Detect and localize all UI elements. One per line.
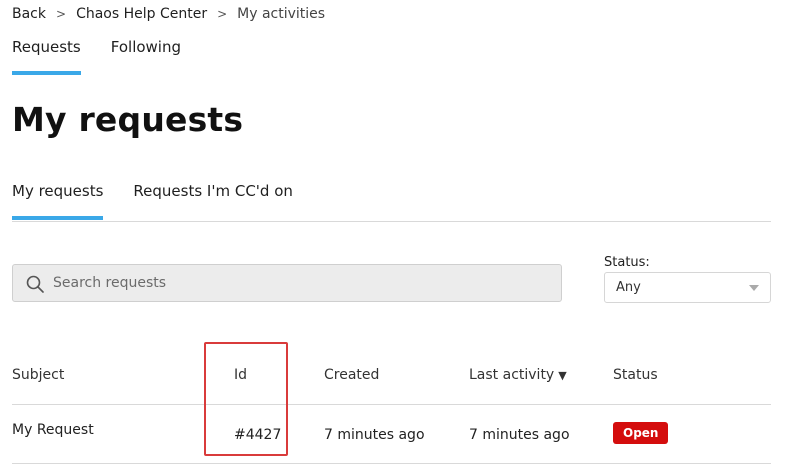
request-created: 7 minutes ago (324, 427, 425, 443)
status-badge: Open (613, 422, 669, 444)
tab-requests[interactable]: Requests (12, 38, 81, 75)
table-divider (12, 404, 771, 405)
breadcrumb-separator: > (56, 7, 67, 21)
chevron-down-icon (749, 285, 759, 291)
request-subject-link[interactable]: My Request (12, 422, 94, 438)
column-header-created: Created (324, 367, 380, 383)
column-header-last-activity[interactable]: Last activity ▼ (469, 367, 567, 383)
breadcrumb-back-link[interactable]: Back (12, 6, 46, 22)
status-select[interactable]: Any (604, 272, 771, 303)
top-tabs: Requests Following (12, 38, 181, 75)
tab-following[interactable]: Following (111, 38, 181, 75)
search-box (12, 264, 562, 302)
tabs-divider (12, 221, 771, 222)
table-divider (12, 463, 771, 464)
status-select-value: Any (616, 280, 641, 295)
search-input[interactable] (53, 265, 553, 301)
page-title: My requests (12, 100, 244, 139)
id-column-highlight (204, 342, 288, 456)
status-filter-label: Status: (604, 255, 650, 270)
breadcrumb: Back > Chaos Help Center > My activities (12, 5, 325, 23)
tab-requests-cc[interactable]: Requests I'm CC'd on (133, 182, 293, 220)
column-header-last-activity-label: Last activity (469, 367, 555, 383)
request-last-activity: 7 minutes ago (469, 427, 570, 443)
breadcrumb-current: My activities (237, 6, 326, 22)
breadcrumb-separator: > (217, 7, 228, 21)
tab-my-requests[interactable]: My requests (12, 182, 104, 220)
column-header-subject: Subject (12, 367, 65, 383)
search-icon (26, 275, 44, 293)
sub-tabs: My requests Requests I'm CC'd on (12, 182, 293, 220)
column-header-status: Status (613, 367, 658, 383)
sort-descending-icon: ▼ (558, 369, 567, 382)
breadcrumb-help-center-link[interactable]: Chaos Help Center (76, 6, 207, 22)
